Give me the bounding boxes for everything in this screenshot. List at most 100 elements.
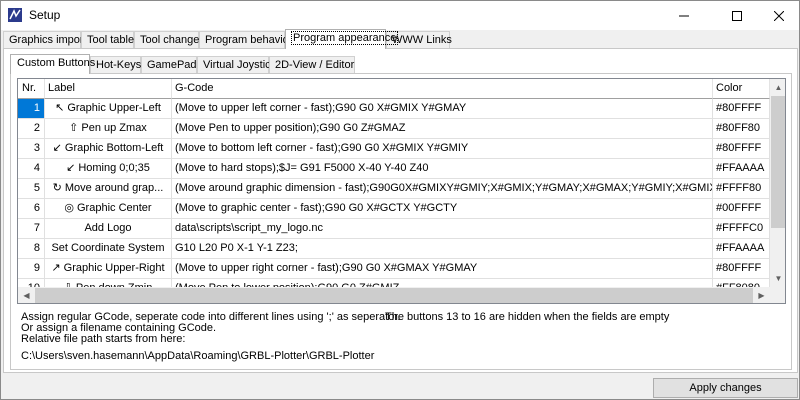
tab-custom-buttons[interactable]: Custom Buttons [10,54,95,74]
info-line-1: Assign regular GCode, seperate code into… [21,311,401,323]
info-line-2: Or assign a filename containing GCode. [21,322,217,334]
row-number-cell[interactable]: 7 [18,219,45,239]
table-row[interactable]: 1 ↖ Graphic Upper-Left (Move to upper left … [18,99,770,119]
label-cell[interactable]: ↻ Move around grap... [45,179,172,199]
color-cell[interactable]: #80FFFF [713,259,770,279]
row-number-cell[interactable]: 5 [18,179,45,199]
relative-path-text: C:\Users\sven.hasemann\AppData\Roaming\G… [21,350,375,362]
column-header-gcode[interactable]: G-Code [172,79,713,99]
button-icon: ◎ [64,202,74,214]
label-cell[interactable]: ↗ Graphic Upper-Right [45,259,172,279]
column-header-label[interactable]: Label [45,79,172,99]
tab-virtual-joystick[interactable]: Virtual Joystick [197,56,276,74]
vertical-scrollbar[interactable]: ▲ ▼ [770,79,785,287]
close-button[interactable] [756,1,800,30]
gcode-cell[interactable]: (Move around graphic dimension - fast);G… [172,179,713,199]
row-number-cell[interactable]: 6 [18,199,45,219]
horizontal-scroll-thumb[interactable] [35,288,753,303]
tab-label: Custom Buttons [17,57,96,69]
tab-label: Tool change [140,34,200,46]
button-icon: ⇧ [69,122,79,134]
gcode-cell[interactable]: (Move to upper left corner - fast);G90 G… [172,99,713,119]
label-cell[interactable]: ↙ Graphic Bottom-Left [45,139,172,159]
horizontal-scrollbar[interactable]: ◀ ▶ [18,287,770,303]
tab-label: Virtual Joystick [203,59,277,71]
color-cell[interactable]: #80FF80 [713,119,770,139]
gcode-cell[interactable]: (Move to upper right corner - fast);G90 … [172,259,713,279]
color-cell[interactable]: #FFAAAA [713,239,770,259]
column-header-nr[interactable]: Nr. [18,79,45,99]
color-cell[interactable]: #FFFF80 [713,179,770,199]
tab-graphics-import[interactable]: Graphics import [3,31,87,49]
button-icon: ↻ [52,182,62,194]
column-header-color[interactable]: Color [713,79,770,99]
row-number-cell[interactable]: 1 [18,99,45,119]
table-row[interactable]: 8 Set Coordinate System G10 L20 P0 X-1 Y-1… [18,239,770,259]
table-row[interactable]: 9 ↗ Graphic Upper-Right (Move to upper righ… [18,259,770,279]
app-icon [8,8,22,22]
label-cell[interactable]: ⇧ Pen up Zmax [45,119,172,139]
color-cell[interactable]: #80FFFF [713,99,770,119]
label-cell[interactable]: ↖ Graphic Upper-Left [45,99,172,119]
table-row[interactable]: 4 ↙ Homing 0;0;35 (Move to hard stops);$J= … [18,159,770,179]
label-text: Graphic Upper-Left [67,102,161,114]
gcode-cell[interactable]: (Move to graphic center - fast);G90 G0 X… [172,199,713,219]
color-cell[interactable]: #80FFFF [713,139,770,159]
button-icon: ↙ [52,142,62,154]
apply-changes-button[interactable]: Apply changes [653,378,798,398]
gcode-cell[interactable]: (Move to hard stops);$J= G91 F5000 X-40 … [172,159,713,179]
label-text: Graphic Bottom-Left [64,142,164,154]
label-text: Add Logo [84,222,132,234]
gcode-cell[interactable]: G10 L20 P0 X-1 Y-1 Z23; [172,239,713,259]
tab-label: Tool table [87,34,135,46]
vertical-scroll-thumb[interactable] [771,96,785,228]
tab-2d-view-editor[interactable]: 2D-View / Editor [269,56,355,74]
tab-hot-keys[interactable]: Hot-Keys [90,56,141,74]
row-number-cell[interactable]: 3 [18,139,45,159]
label-text: Pen up Zmax [81,122,147,134]
table-row[interactable]: 2 ⇧ Pen up Zmax (Move Pen to upper position… [18,119,770,139]
scroll-up-icon[interactable]: ▲ [770,79,785,96]
table-row[interactable]: 6 ◎ Graphic Center (Move to graphic center … [18,199,770,219]
table-row[interactable]: 5 ↻ Move around grap... (Move around graphi… [18,179,770,199]
tab-tool-table[interactable]: Tool table [81,31,134,49]
custom-buttons-grid[interactable]: Nr. Label G-Code Color 1 ↖ Graphic Upper-L… [17,78,786,304]
tab-tool-change[interactable]: Tool change [134,31,199,49]
scroll-down-icon[interactable]: ▼ [770,270,785,287]
gcode-cell[interactable]: data\scripts\script_my_logo.nc [172,219,713,239]
label-cell[interactable]: Set Coordinate System [45,239,172,259]
row-number-cell[interactable]: 4 [18,159,45,179]
scroll-right-icon[interactable]: ▶ [753,287,770,303]
table-row[interactable]: 3 ↙ Graphic Bottom-Left (Move to bottom lef… [18,139,770,159]
label-cell[interactable]: Add Logo [45,219,172,239]
minimize-button[interactable] [661,1,707,30]
row-number-cell[interactable]: 8 [18,239,45,259]
row-number-cell[interactable]: 2 [18,119,45,139]
label-text: Move around grap... [64,182,164,194]
info-line-3: Relative file path starts from here: [21,333,186,345]
button-icon: ↖ [55,102,65,114]
tab-gamepad[interactable]: GamePad [141,56,197,74]
gcode-cell[interactable]: (Move to bottom left corner - fast);G90 … [172,139,713,159]
setup-window: Setup Graphics import Tool table Tool ch… [0,0,800,400]
label-cell[interactable]: ↙ Homing 0;0;35 [45,159,172,179]
tab-label: WWW Links [392,34,452,46]
window-title: Setup [29,8,61,22]
maximize-button[interactable] [714,1,760,30]
button-icon: ↗ [51,262,61,274]
tab-program-appearance[interactable]: Program appearance [285,29,399,49]
maximize-icon [732,10,742,21]
color-cell[interactable]: #FFAAAA [713,159,770,179]
color-cell[interactable]: #00FFFF [713,199,770,219]
tab-label: Hot-Keys [96,59,142,71]
row-number-cell[interactable]: 9 [18,259,45,279]
gcode-cell[interactable]: (Move Pen to upper position);G90 G0 Z#GM… [172,119,713,139]
tab-program-behavior[interactable]: Program behavior [199,31,292,49]
hidden-buttons-note: The buttons 13 to 16 are hidden when the… [385,311,670,323]
table-row[interactable]: 7 Add Logo data\scripts\script_my_logo.nc #… [18,219,770,239]
label-cell[interactable]: ◎ Graphic Center [45,199,172,219]
tab-label: Graphics import [9,34,87,46]
grid-header-row: Nr. Label G-Code Color [18,79,770,99]
color-cell[interactable]: #FFFFC0 [713,219,770,239]
scroll-left-icon[interactable]: ◀ [18,287,35,303]
